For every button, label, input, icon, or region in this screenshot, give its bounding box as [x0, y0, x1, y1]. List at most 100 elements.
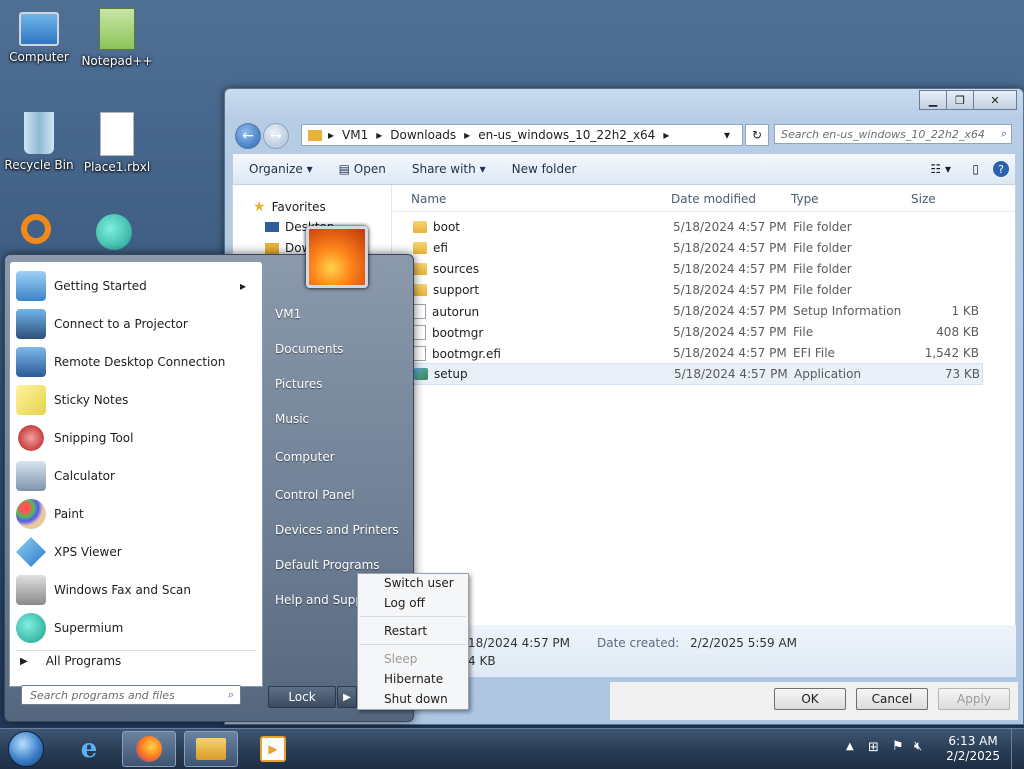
search-input[interactable]: Search en-us_windows_10_22h2_x64 ⌕	[774, 124, 1012, 144]
view-options-icon[interactable]: ☷ ▾	[930, 162, 951, 176]
start-programs-pane: Getting Started ▸ Connect to a Projector…	[9, 261, 263, 687]
program-snipping-tool[interactable]: Snipping Tool	[16, 420, 256, 456]
program-fax-scan[interactable]: Windows Fax and Scan	[16, 572, 256, 608]
downloads-folder-icon	[265, 242, 279, 254]
back-arrow-icon: ←	[242, 128, 254, 144]
nav-downloads[interactable]: Dow	[265, 241, 311, 255]
column-type[interactable]: Type	[791, 192, 819, 206]
desktop-icon-recycle-bin[interactable]: Recycle Bin	[2, 112, 76, 172]
file-row-efi[interactable]: efi 5/18/2024 4:57 PM File folder	[403, 238, 981, 258]
log-off-item[interactable]: Log off	[384, 596, 425, 610]
close-button[interactable]: ✕	[973, 90, 1017, 110]
breadcrumb-vm1[interactable]: VM1	[342, 128, 368, 142]
organize-button[interactable]: Organize ▾	[249, 162, 313, 176]
place-pictures[interactable]: Pictures	[275, 377, 323, 391]
user-avatar[interactable]	[306, 226, 368, 288]
hibernate-item[interactable]: Hibernate	[384, 672, 443, 686]
open-button[interactable]: ▤ Open	[339, 162, 386, 176]
program-supermium[interactable]: Supermium	[16, 610, 256, 646]
place-music[interactable]: Music	[275, 412, 309, 426]
file-row-autorun[interactable]: autorun 5/18/2024 4:57 PM Setup Informat…	[403, 301, 981, 321]
maximize-button[interactable]: ❐	[946, 90, 974, 110]
refresh-button[interactable]: ↻	[745, 124, 769, 146]
help-icon[interactable]: ?	[993, 161, 1009, 177]
back-button[interactable]: ←	[235, 123, 261, 149]
file-row-support[interactable]: support 5/18/2024 4:57 PM File folder	[403, 280, 981, 300]
start-button[interactable]	[0, 731, 52, 767]
place-control-panel[interactable]: Control Panel	[275, 488, 355, 502]
program-remote-desktop[interactable]: Remote Desktop Connection	[16, 344, 256, 380]
place-computer[interactable]: Computer	[275, 450, 335, 464]
desktop-icon-partial-2[interactable]	[84, 214, 144, 250]
place-default-programs[interactable]: Default Programs	[275, 558, 380, 572]
desktop-icon-place1[interactable]: Place1.rbxl	[80, 112, 154, 174]
ok-button[interactable]: OK	[774, 688, 846, 710]
minimize-icon: ▁	[928, 93, 938, 107]
address-bar[interactable]: ▸ VM1 ▸ Downloads ▸ en-us_windows_10_22h…	[301, 124, 743, 146]
lock-button[interactable]: Lock	[268, 686, 336, 708]
breadcrumb-sep-icon: ▸	[376, 128, 383, 142]
xps-viewer-icon	[16, 537, 46, 567]
apply-button[interactable]: Apply	[938, 688, 1010, 710]
place-devices-printers[interactable]: Devices and Printers	[275, 523, 399, 537]
column-date-modified[interactable]: Date modified	[671, 192, 756, 206]
taskbar-firefox[interactable]	[122, 731, 176, 767]
taskbar-media[interactable]: ▶	[246, 731, 300, 767]
show-desktop-button[interactable]	[1011, 729, 1024, 769]
switch-user-item[interactable]: Switch user	[384, 576, 454, 590]
power-options-arrow[interactable]: ▶	[337, 686, 357, 708]
column-name[interactable]: Name	[411, 192, 446, 206]
desktop-icon-partial-1[interactable]	[6, 214, 66, 244]
taskbar: e ▶ ▲ ⊞ ⚑ 🔇︎ 6:13 AM 2/2/2025	[0, 728, 1024, 769]
file-row-bootmgr-efi[interactable]: bootmgr.efi 5/18/2024 4:57 PM EFI File 1…	[403, 343, 981, 363]
arrow-right-icon: ▶	[20, 655, 28, 667]
preview-pane-icon[interactable]: ▯	[972, 162, 979, 176]
breadcrumb-sep-icon: ▸	[663, 128, 670, 142]
program-xps-viewer[interactable]: XPS Viewer	[16, 534, 256, 570]
cancel-button[interactable]: Cancel	[856, 688, 928, 710]
menu-separator	[360, 644, 466, 645]
nav-favorites[interactable]: ★ Favorites	[253, 199, 326, 215]
taskbar-ie[interactable]: e	[62, 731, 116, 767]
breadcrumb-downloads[interactable]: Downloads	[390, 128, 456, 142]
program-sticky-notes[interactable]: Sticky Notes	[16, 382, 256, 418]
file-row-boot[interactable]: boot 5/18/2024 4:57 PM File folder	[403, 217, 981, 237]
program-connect-projector[interactable]: Connect to a Projector	[16, 306, 256, 342]
column-size[interactable]: Size	[911, 192, 936, 206]
firefox-icon	[136, 736, 162, 762]
breadcrumb-current[interactable]: en-us_windows_10_22h2_x64	[478, 128, 655, 142]
volume-muted-icon[interactable]: 🔇︎	[914, 739, 922, 754]
desktop-icon-label: Recycle Bin	[4, 158, 74, 172]
tray-overflow-icon[interactable]: ▲	[846, 741, 854, 752]
command-bar: Organize ▾ ▤ Open Share with ▾ New folde…	[232, 153, 1016, 185]
program-paint[interactable]: Paint	[16, 496, 256, 532]
minimize-button[interactable]: ▁	[919, 90, 947, 110]
file-row-setup[interactable]: setup 5/18/2024 4:57 PM Application 73 K…	[403, 363, 983, 385]
place-documents[interactable]: Documents	[275, 342, 343, 356]
share-with-button[interactable]: Share with ▾	[412, 162, 486, 176]
file-row-sources[interactable]: sources 5/18/2024 4:57 PM File folder	[403, 259, 981, 279]
address-row: ← → ▸ VM1 ▸ Downloads ▸ en-us_windows_10…	[233, 121, 1017, 149]
action-center-flag-icon[interactable]: ⚑	[892, 739, 904, 754]
desktop-icon-label: Place1.rbxl	[83, 160, 151, 174]
place-vm1[interactable]: VM1	[275, 307, 301, 321]
desktop-icon-notepadpp[interactable]: Notepad++	[80, 8, 154, 68]
fax-scanner-icon	[16, 575, 46, 605]
new-folder-button[interactable]: New folder	[512, 162, 577, 176]
restart-item[interactable]: Restart	[384, 624, 427, 638]
shut-down-item[interactable]: Shut down	[384, 692, 448, 706]
network-icon[interactable]: ⊞	[868, 740, 879, 755]
all-programs-button[interactable]: ▶ All Programs	[20, 654, 121, 668]
program-calculator[interactable]: Calculator	[16, 458, 256, 494]
file-row-bootmgr[interactable]: bootmgr 5/18/2024 4:57 PM File 408 KB	[403, 322, 981, 342]
recycle-bin-icon	[24, 112, 54, 154]
address-dropdown-icon[interactable]: ▾	[724, 128, 730, 142]
start-search-input[interactable]: Search programs and files ⌕	[21, 685, 241, 705]
program-getting-started[interactable]: Getting Started ▸	[16, 268, 256, 304]
restore-icon: ❐	[955, 93, 965, 107]
forward-button[interactable]: →	[263, 123, 289, 149]
taskbar-explorer[interactable]	[184, 731, 238, 767]
folder-icon	[413, 263, 427, 275]
taskbar-clock[interactable]: 6:13 AM 2/2/2025	[946, 734, 1000, 764]
desktop-icon-computer[interactable]: Computer	[2, 8, 76, 64]
